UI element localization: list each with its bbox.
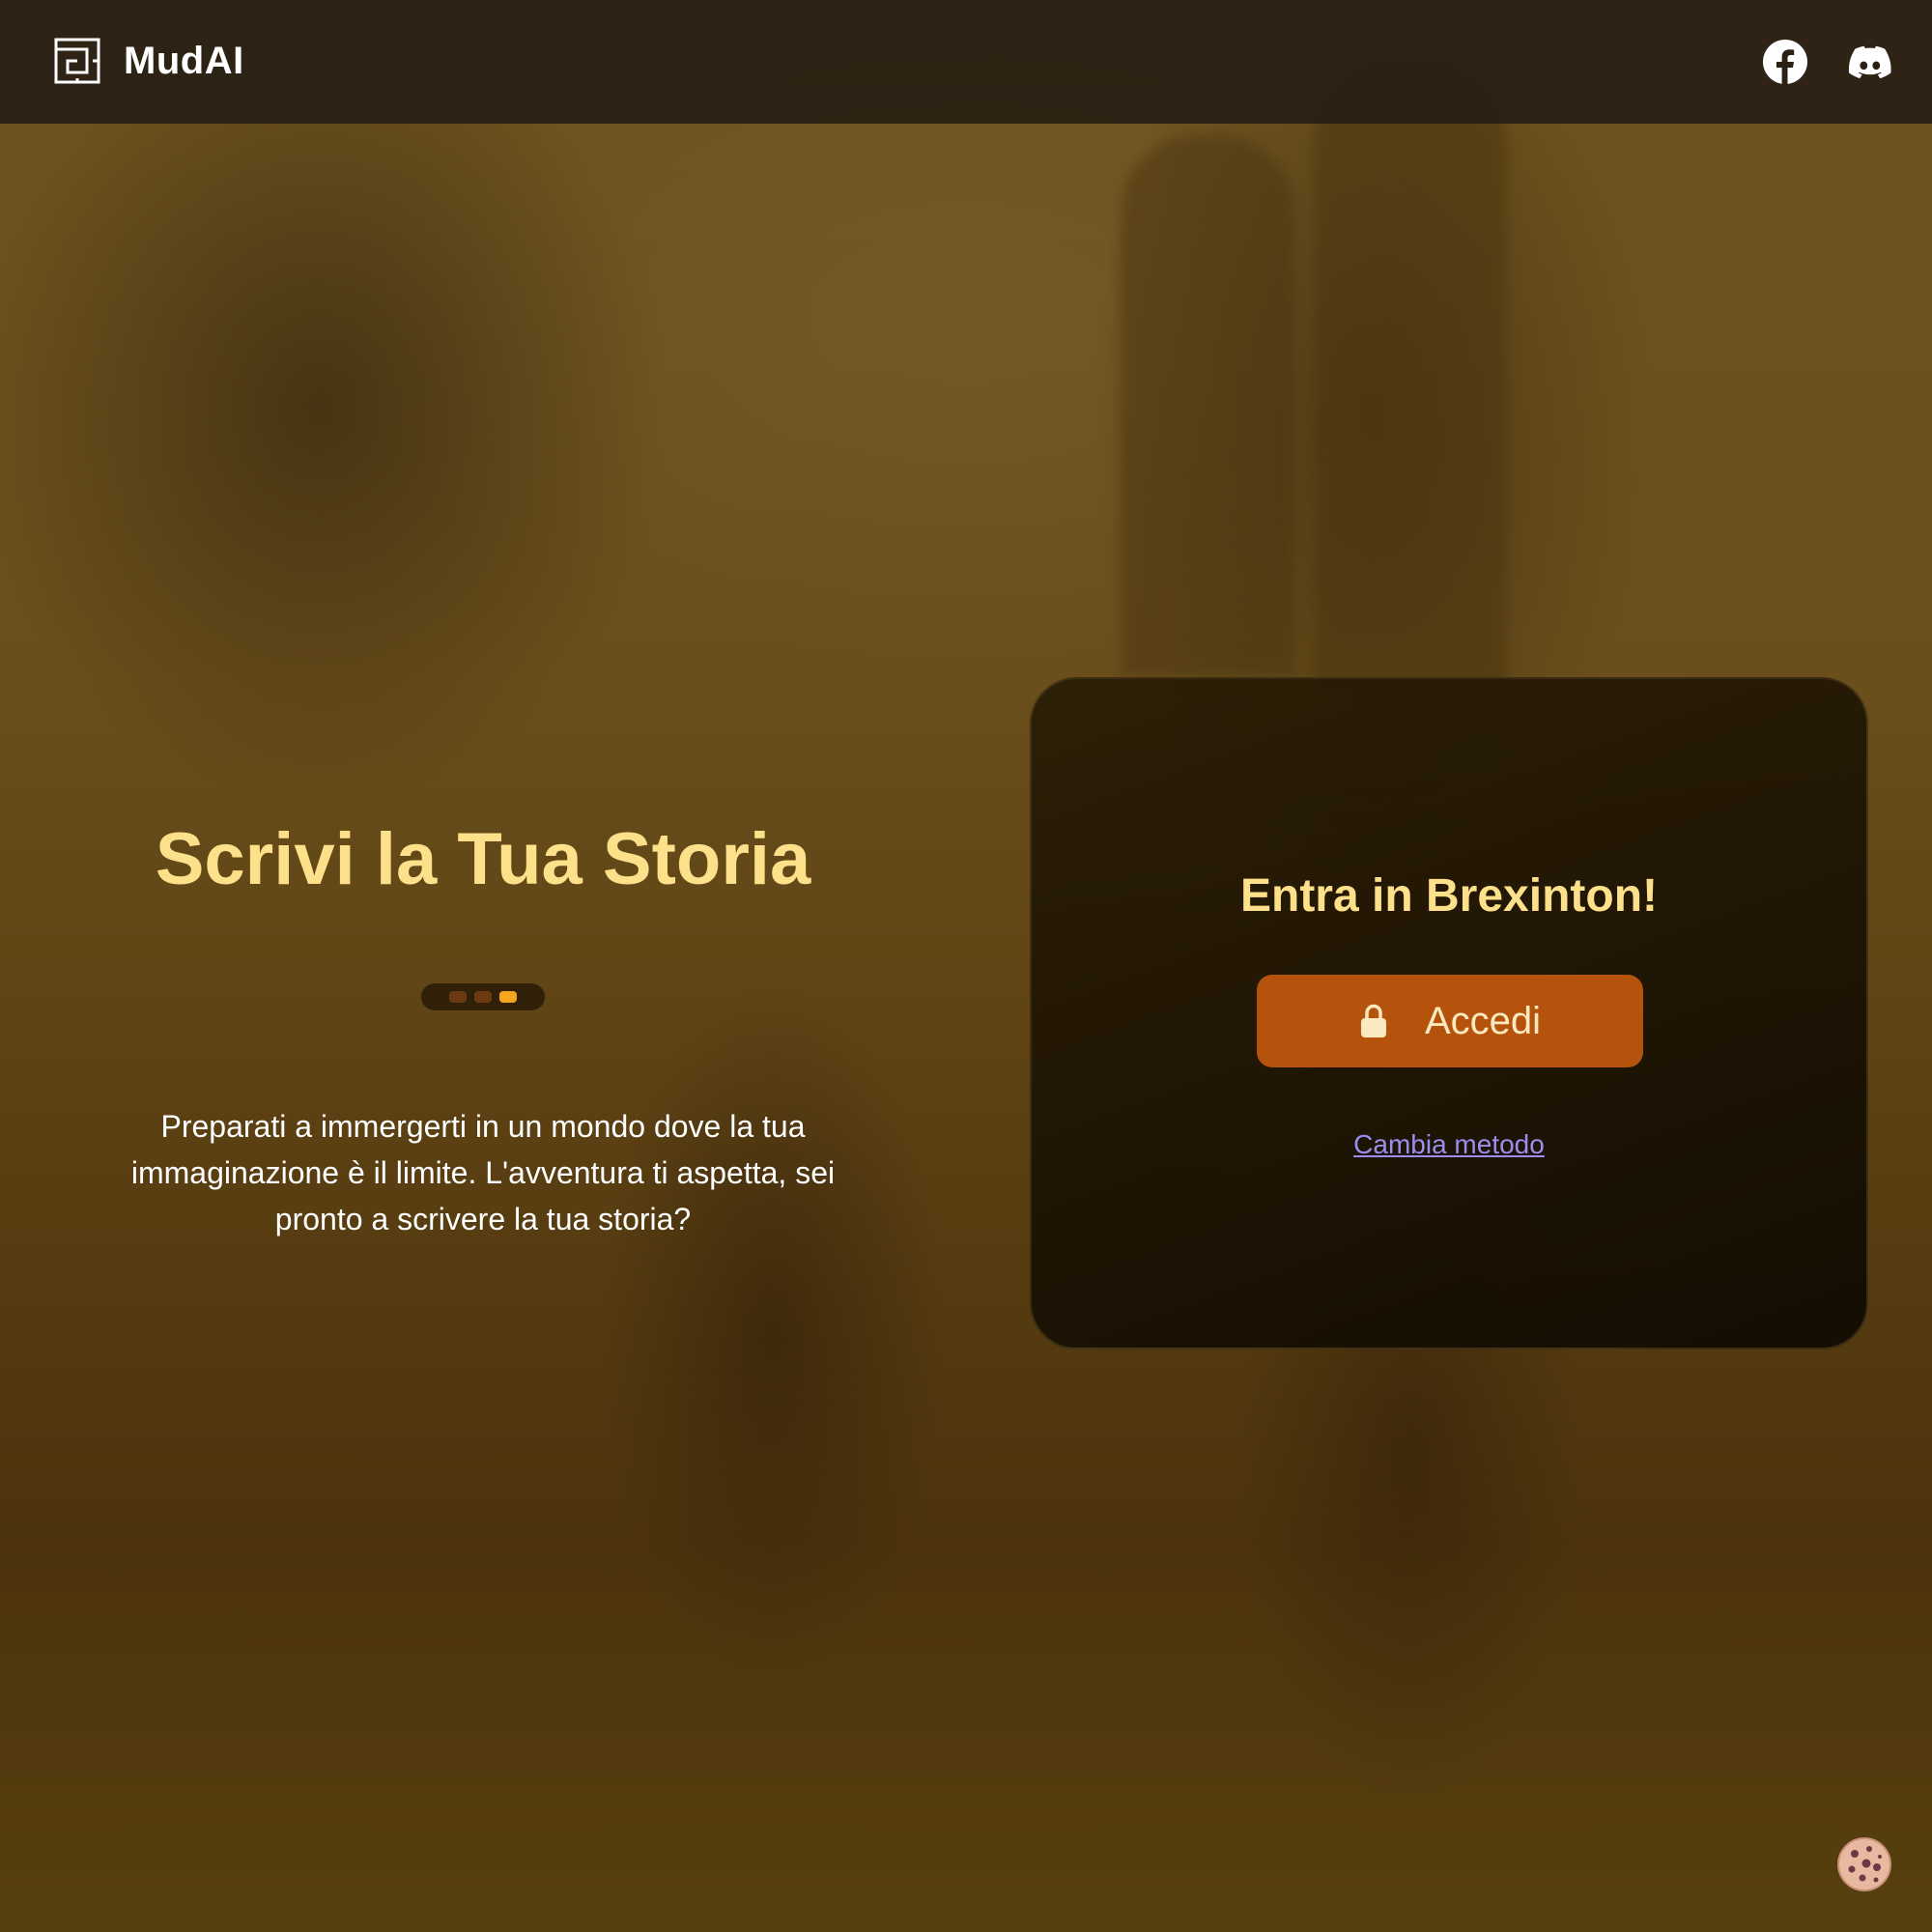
brand[interactable]: MudAI [54, 38, 244, 84]
carousel-indicator [421, 983, 545, 1010]
facebook-icon[interactable] [1762, 39, 1808, 85]
social-links [1762, 39, 1893, 85]
cookie-icon[interactable] [1837, 1837, 1891, 1891]
login-card-title: Entra in Brexinton! [1239, 870, 1659, 922]
login-button-label: Accedi [1424, 999, 1542, 1042]
hero-title: Scrivi la Tua Storia [155, 818, 811, 900]
brand-name: MudAI [124, 39, 244, 82]
maze-logo-icon [54, 38, 100, 84]
background-tower-right [1314, 58, 1507, 696]
login-button[interactable]: Accedi [1257, 975, 1643, 1067]
hero-section: Scrivi la Tua Storia Preparati a immerge… [97, 802, 869, 1242]
discord-icon[interactable] [1847, 39, 1893, 85]
top-navigation-bar: MudAI [0, 0, 1932, 124]
lock-icon [1360, 1004, 1386, 1037]
carousel-dot[interactable] [449, 991, 467, 1003]
login-card: Entra in Brexinton! Accedi Cambia metodo [1030, 677, 1868, 1350]
carousel-dot-active[interactable] [499, 991, 517, 1003]
carousel-dot[interactable] [474, 991, 492, 1003]
background-tower-left [1121, 135, 1294, 676]
change-method-link[interactable]: Cambia metodo [1032, 1129, 1866, 1160]
hero-description: Preparati a immergerti in un mondo dove … [130, 1109, 836, 1236]
